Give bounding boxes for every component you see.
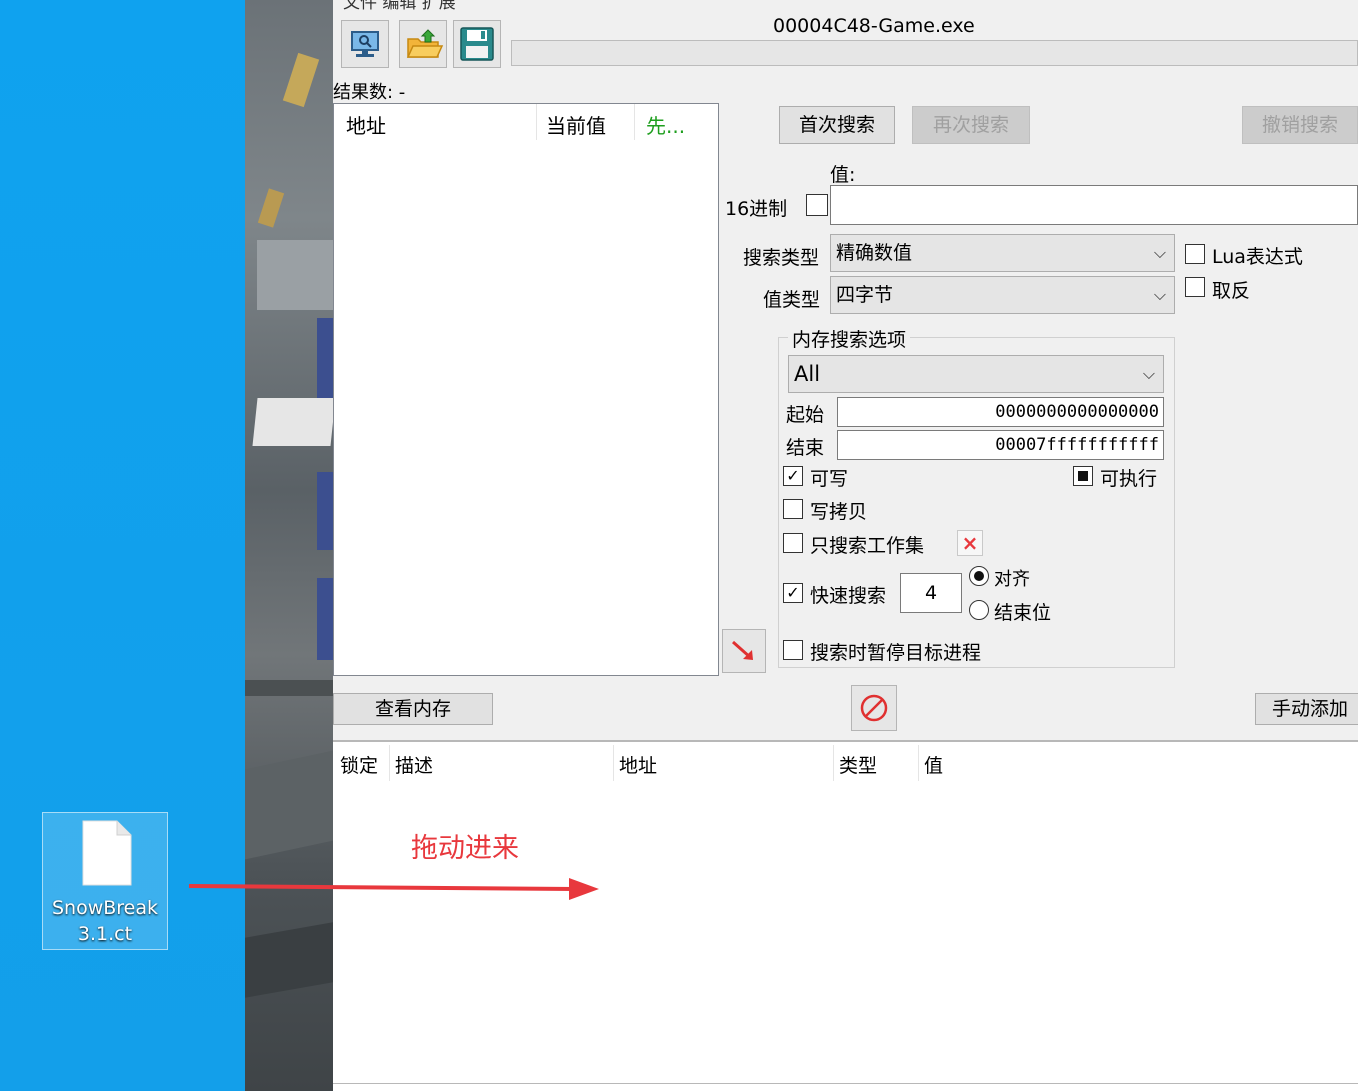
close-icon[interactable]: × xyxy=(957,530,983,556)
fast-scan-label: 快速搜索 xyxy=(810,585,887,607)
start-label: 起始 xyxy=(786,404,825,426)
memory-region-value: All xyxy=(794,362,821,386)
executable-checkbox[interactable] xyxy=(1073,466,1093,486)
address-table[interactable] xyxy=(333,742,1358,1091)
file-name-line2: 3.1.ct xyxy=(77,923,133,945)
working-set-checkbox[interactable] xyxy=(783,533,803,553)
copy-on-write-label: 写拷贝 xyxy=(810,501,868,523)
copy-on-write-checkbox[interactable] xyxy=(783,499,803,519)
game-background xyxy=(245,0,333,1091)
file-name-line1: SnowBreak xyxy=(51,897,159,919)
process-title: 00004C48-Game.exe xyxy=(773,15,975,37)
chevron-down-icon: ⌵ xyxy=(1153,243,1166,262)
drag-annotation-text: 拖动进来 xyxy=(411,833,519,864)
value-type-label: 值类型 xyxy=(763,289,821,311)
column-address[interactable]: 地址 xyxy=(346,110,386,139)
scan-type-value: 精确数值 xyxy=(836,242,913,264)
add-address-manually-button[interactable]: 手动添加 xyxy=(1255,693,1358,725)
writable-checkbox[interactable]: ✓ xyxy=(783,466,803,486)
working-set-label: 只搜索工作集 xyxy=(810,535,925,557)
drag-arrow-icon xyxy=(188,878,599,900)
pause-checkbox[interactable] xyxy=(783,640,803,660)
next-scan-button[interactable]: 再次搜索 xyxy=(912,106,1030,144)
last-digits-label: 结束位 xyxy=(994,602,1052,624)
memory-view-button[interactable]: 查看内存 xyxy=(333,693,493,725)
floppy-icon xyxy=(460,27,494,61)
chevron-down-icon: ⌵ xyxy=(1142,364,1155,383)
lua-checkbox[interactable] xyxy=(1185,244,1205,264)
first-scan-button[interactable]: 首次搜索 xyxy=(779,106,895,144)
not-checkbox[interactable] xyxy=(1185,277,1205,297)
document-icon xyxy=(82,820,132,886)
progress-bar xyxy=(511,40,1358,66)
open-process-button[interactable] xyxy=(341,20,389,68)
scan-type-label: 搜索类型 xyxy=(743,247,820,269)
scan-type-select[interactable]: 精确数值 ⌵ xyxy=(830,234,1175,272)
memory-region-select[interactable]: All ⌵ xyxy=(788,355,1164,393)
executable-label: 可执行 xyxy=(1100,468,1158,490)
menu-bar[interactable]: 文件 编辑 扩展 xyxy=(343,0,456,13)
save-button[interactable] xyxy=(453,20,501,68)
not-label: 取反 xyxy=(1212,280,1251,302)
no-sign-icon xyxy=(860,694,888,722)
undo-scan-button[interactable]: 撤销搜索 xyxy=(1242,106,1358,144)
value-type-select[interactable]: 四字节 ⌵ xyxy=(830,276,1175,314)
fast-scan-checkbox[interactable]: ✓ xyxy=(783,583,803,603)
value-label: 值: xyxy=(830,164,856,186)
lua-label: Lua表达式 xyxy=(1212,246,1303,268)
pause-label: 搜索时暂停目标进程 xyxy=(810,642,982,664)
aligned-radio[interactable] xyxy=(969,566,989,586)
hex-checkbox[interactable] xyxy=(806,194,828,216)
results-list[interactable]: 地址 当前值 先... xyxy=(333,103,719,676)
memory-options-title: 内存搜索选项 xyxy=(788,325,911,352)
last-digits-radio[interactable] xyxy=(969,600,989,620)
desktop-file-icon[interactable]: SnowBreak 3.1.ct xyxy=(42,812,168,950)
clear-list-button[interactable] xyxy=(851,685,897,731)
cheat-engine-window: 文件 编辑 扩展 00004C48-Game.exe 结果数: - 地址 当前值… xyxy=(333,0,1358,1091)
hex-label: 16进制 xyxy=(725,198,788,220)
address-table-bottom-border xyxy=(333,1083,1358,1084)
stop-address-input[interactable]: 00007fffffffffff xyxy=(837,430,1164,460)
pointer-arrow-button[interactable] xyxy=(722,629,766,673)
computer-icon xyxy=(351,31,379,57)
open-file-button[interactable] xyxy=(399,20,447,68)
result-count: 结果数: - xyxy=(333,82,406,103)
column-value[interactable]: 值 xyxy=(924,751,943,778)
column-type[interactable]: 类型 xyxy=(839,751,877,778)
column-previous-value[interactable]: 先... xyxy=(646,110,685,139)
aligned-label: 对齐 xyxy=(994,569,1030,590)
fast-scan-input[interactable]: 4 xyxy=(900,573,962,613)
value-type-value: 四字节 xyxy=(836,284,894,306)
column-address[interactable]: 地址 xyxy=(619,751,657,778)
arrow-down-right-icon xyxy=(732,640,753,660)
writable-label: 可写 xyxy=(810,468,849,490)
stop-label: 结束 xyxy=(786,437,825,459)
start-address-input[interactable]: 0000000000000000 xyxy=(837,397,1164,427)
chevron-down-icon: ⌵ xyxy=(1153,285,1166,304)
value-input[interactable] xyxy=(830,185,1358,225)
column-current-value[interactable]: 当前值 xyxy=(546,110,606,139)
column-description[interactable]: 描述 xyxy=(395,751,433,778)
folder-open-icon xyxy=(406,29,444,58)
column-lock[interactable]: 锁定 xyxy=(340,751,378,778)
